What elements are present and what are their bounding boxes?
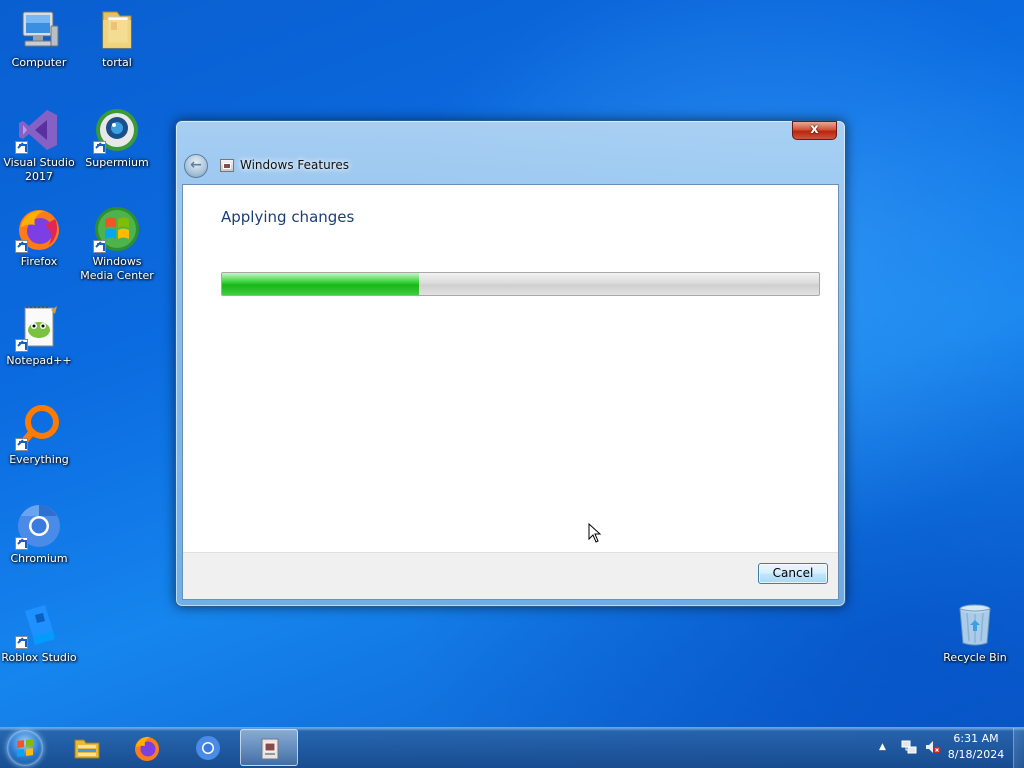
clock-time: 6:31 AM (953, 732, 999, 745)
show-desktop-button[interactable] (1013, 728, 1024, 768)
desktop-icon-label: Windows Media Center (80, 255, 154, 282)
desktop-icon-supermium[interactable]: Supermium (78, 106, 156, 170)
supermium-icon (93, 106, 141, 154)
desktop-icon-label: Notepad++ (6, 354, 72, 367)
desktop-icon-label: Roblox Studio (1, 651, 77, 664)
dialog-content: Applying changes Cancel (182, 184, 839, 600)
desktop-icon-roblox-studio[interactable]: Roblox Studio (0, 601, 78, 665)
shortcut-arrow-icon (15, 240, 28, 253)
taskbar-windows-features-button[interactable] (240, 729, 298, 766)
desktop-icon-computer[interactable]: Computer (0, 6, 78, 70)
clock-date: 8/18/2024 (947, 748, 1005, 761)
desktop-icon-label: Computer (11, 56, 67, 69)
desktop-icon-label: Recycle Bin (943, 651, 1007, 664)
shortcut-arrow-icon (93, 240, 106, 253)
mouse-cursor-icon (588, 523, 602, 543)
desktop-icon-label: Chromium (10, 552, 68, 565)
desktop-icon-label: Visual Studio 2017 (3, 156, 75, 183)
computer-icon (15, 6, 63, 54)
dialog-footer: Cancel (183, 552, 838, 599)
desktop-icon-notepadpp[interactable]: Notepad++ (0, 304, 78, 368)
desktop-icon-visual-studio[interactable]: Visual Studio 2017 (0, 106, 78, 184)
roblox-studio-icon (15, 601, 63, 649)
chromium-icon (196, 736, 220, 760)
desktop-icon-chromium[interactable]: Chromium (0, 502, 78, 566)
recycle-bin-icon (951, 601, 999, 649)
window-title: Windows Features (240, 158, 349, 172)
notepadpp-icon (15, 304, 63, 352)
desktop-icon-firefox[interactable]: Firefox (0, 205, 78, 269)
back-button[interactable]: ← (184, 154, 208, 178)
title-bar: ← Windows Features (184, 153, 837, 179)
desktop-icon-label: Firefox (20, 255, 58, 268)
shortcut-arrow-icon (93, 141, 106, 154)
network-icon[interactable] (901, 739, 917, 755)
back-arrow-icon: ← (190, 157, 202, 173)
explorer-icon (74, 739, 100, 759)
shortcut-arrow-icon (15, 339, 28, 352)
desktop-icon-label: Everything (9, 453, 69, 466)
desktop-icon-tortal[interactable]: tortal (78, 6, 156, 70)
firefox-icon (135, 736, 159, 761)
close-button[interactable]: x (792, 121, 837, 140)
taskbar-chromium-button[interactable] (179, 729, 237, 766)
firefox-icon (15, 205, 63, 253)
desktop-icon-windows-media-center[interactable]: Windows Media Center (78, 205, 156, 283)
show-hidden-icons-button[interactable]: ▲ (879, 742, 886, 752)
windows-features-dialog: x ← Windows Features Applying changes Ca… (175, 120, 846, 607)
media-center-icon (93, 205, 141, 253)
cancel-button[interactable]: Cancel (758, 563, 828, 584)
chromium-icon (15, 502, 63, 550)
status-heading: Applying changes (221, 208, 355, 226)
desktop-icon-label: Supermium (85, 156, 149, 169)
shortcut-arrow-icon (15, 537, 28, 550)
shortcut-arrow-icon (15, 141, 28, 154)
taskbar-firefox-button[interactable] (118, 729, 176, 766)
everything-icon (15, 403, 63, 451)
desktop-icon-everything[interactable]: Everything (0, 403, 78, 467)
shortcut-arrow-icon (15, 438, 28, 451)
start-button[interactable] (7, 730, 43, 766)
desktop-icon-label: tortal (102, 56, 132, 69)
progress-fill (222, 273, 419, 295)
volume-muted-icon[interactable] (925, 739, 941, 755)
windows-features-icon (220, 159, 234, 172)
taskbar: ▲ 6:31 AM 8/18/2024 (0, 727, 1024, 768)
progress-bar (221, 272, 820, 296)
desktop-icon-recycle-bin[interactable]: Recycle Bin (936, 601, 1014, 665)
visual-studio-icon (15, 106, 63, 154)
shortcut-arrow-icon (15, 636, 28, 649)
system-clock[interactable]: 6:31 AM 8/18/2024 (945, 731, 1007, 763)
folder-icon (93, 6, 141, 54)
taskbar-explorer-button[interactable] (58, 729, 116, 766)
windows-features-icon (261, 738, 279, 760)
